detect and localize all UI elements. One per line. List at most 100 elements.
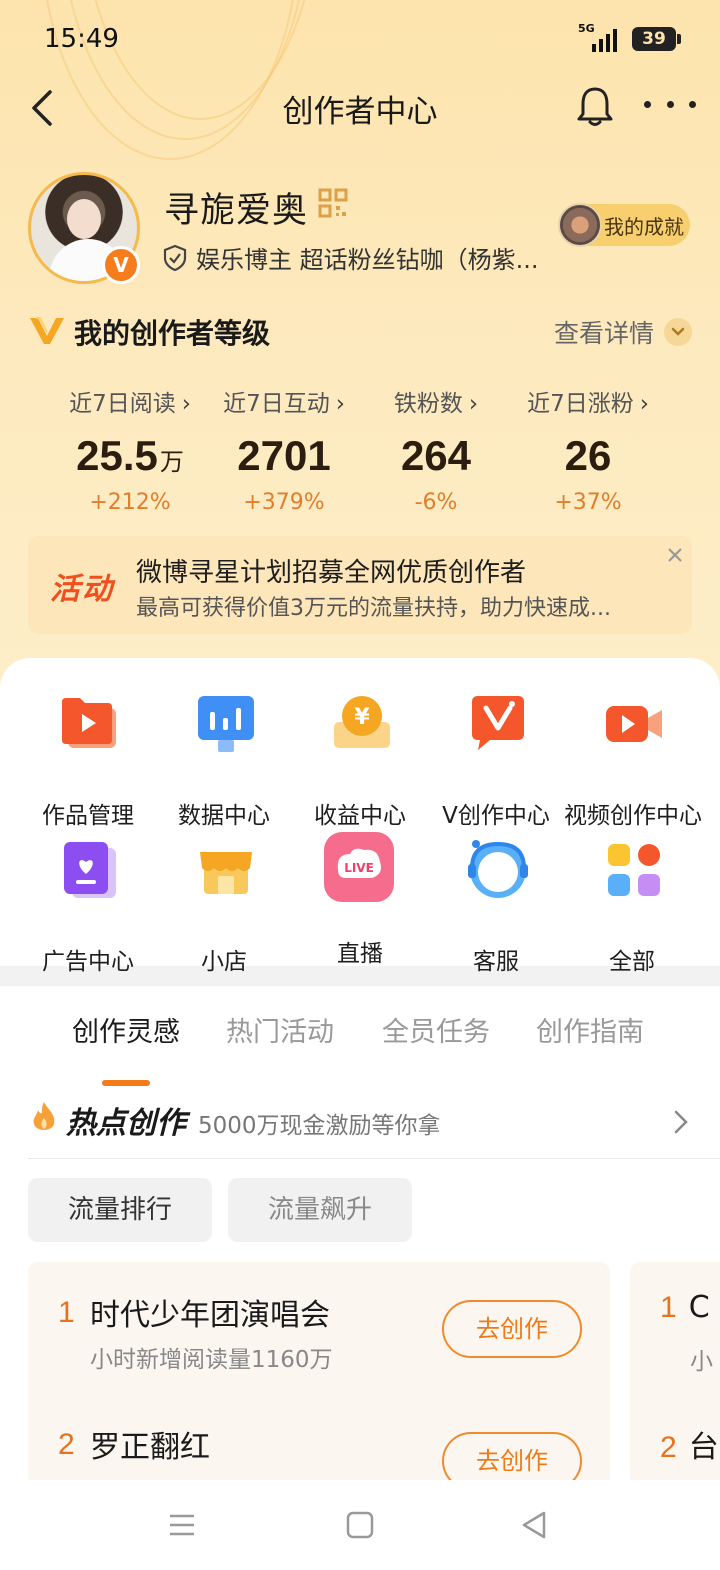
stat-value: 2701	[237, 432, 331, 479]
tool-works-management[interactable]: 作品管理	[20, 692, 156, 829]
tool-shop[interactable]: 小店	[156, 838, 292, 975]
stat-change: -6%	[414, 490, 458, 515]
tool-label: 数据中心	[178, 803, 270, 829]
status-icons: 5G 39	[578, 22, 681, 52]
customer-service-icon	[468, 840, 528, 898]
view-details-link[interactable]: 查看详情	[554, 314, 654, 350]
flame-icon	[33, 1102, 55, 1130]
filter-traffic-ranking[interactable]: 流量排行	[28, 1178, 212, 1242]
tool-label: 作品管理	[42, 803, 134, 829]
verification-row[interactable]: 娱乐博主 超话粉丝钻咖（杨紫...	[162, 240, 561, 275]
creator-level-title: 我的创作者等级	[74, 317, 271, 350]
home-icon[interactable]	[340, 1508, 380, 1542]
stat-iron-fans[interactable]: 铁粉数 › 264 -6%	[356, 384, 516, 515]
dot-icon	[644, 100, 651, 108]
all-apps-icon	[608, 844, 660, 896]
rank-subtitle: 小	[690, 1349, 713, 1375]
signal-icon: 5G	[578, 22, 622, 52]
rank-title: 时代少年团演唱会	[90, 1298, 330, 1333]
qr-code-icon[interactable]	[318, 188, 348, 218]
tool-revenue-center[interactable]: ¥ 收益中心	[292, 692, 428, 829]
status-time: 15:49	[44, 24, 119, 54]
tool-data-center[interactable]: 数据中心	[156, 692, 292, 829]
tab-creation-guide[interactable]: 创作指南	[536, 1010, 644, 1049]
tool-label: 全部	[609, 949, 655, 975]
more-button[interactable]	[644, 98, 696, 110]
stat-7day-reads[interactable]: 近7日阅读 › 25.5万 +212%	[50, 384, 210, 515]
back-triangle-icon[interactable]	[516, 1508, 556, 1542]
tool-video-creation-center[interactable]: 视频创作中心	[564, 692, 702, 829]
go-create-button[interactable]: 去创作	[442, 1300, 582, 1358]
tool-label: 广告中心	[42, 949, 134, 975]
tab-creation-inspiration[interactable]: 创作灵感	[72, 1010, 180, 1049]
rank-number: 2	[660, 1431, 677, 1464]
rank-title: 罗正翻红	[90, 1430, 210, 1465]
tool-label: V创作中心	[442, 803, 550, 829]
stat-value: 26	[564, 432, 612, 479]
chevron-right-icon: ›	[335, 391, 345, 417]
ranking-item[interactable]: 1 时代少年团演唱会 小时新增阅读量1160万 去创作	[28, 1282, 610, 1392]
tool-v-creation-center[interactable]: V创作中心	[428, 692, 564, 829]
verification-text: 娱乐博主 超话粉丝钻咖（杨紫...	[196, 246, 539, 274]
bell-icon	[577, 87, 613, 126]
data-chart-icon	[198, 696, 254, 752]
ad-heart-icon	[64, 842, 116, 898]
hot-creation-subtitle: 5000万现金激励等你拿	[198, 1113, 441, 1139]
filter-traffic-rising[interactable]: 流量飙升	[228, 1178, 412, 1242]
rank-title: 台	[688, 1430, 719, 1465]
divider	[28, 1158, 720, 1159]
folder-play-icon	[62, 698, 116, 748]
ranking-filters: 流量排行 流量飙升	[28, 1178, 412, 1244]
tab-hot-activities[interactable]: 热门活动	[226, 1010, 334, 1049]
chevron-right-icon: ›	[181, 391, 191, 417]
user-name: 寻旎爱奥	[164, 191, 309, 231]
stat-value: 25.5	[76, 432, 158, 479]
tool-customer-service[interactable]: 客服	[428, 838, 564, 975]
verified-v-badge: V	[102, 246, 140, 284]
rank-title: C	[688, 1290, 710, 1325]
close-icon[interactable]	[662, 542, 688, 568]
v-creation-icon	[472, 696, 524, 750]
creator-level-row: 我的创作者等级 查看详情	[0, 306, 720, 356]
ranking-item: 1C	[660, 1290, 710, 1325]
stat-value: 264	[400, 432, 472, 479]
chevron-right-icon: ›	[639, 391, 649, 417]
activity-subtitle: 最高可获得价值3万元的流量扶持，助力快速成...	[136, 596, 611, 621]
video-camera-icon	[606, 706, 662, 742]
tool-live[interactable]: LIVE 直播	[292, 830, 428, 967]
notification-button[interactable]	[574, 84, 616, 128]
activity-banner[interactable]: 活动 微博寻星计划招募全网优质创作者 最高可获得价值3万元的流量扶持，助力快速成…	[28, 536, 692, 634]
stat-change: +37%	[554, 490, 622, 515]
shop-icon	[200, 852, 252, 894]
stat-7day-new-fans[interactable]: 近7日涨粉 › 26 +37%	[508, 384, 668, 515]
ranking-item: 2台	[660, 1422, 719, 1466]
stat-7day-interactions[interactable]: 近7日互动 › 2701 +379%	[204, 384, 364, 515]
stats-row: 近7日阅读 › 25.5万 +212% 近7日互动 › 2701 +379% 铁粉数…	[0, 384, 720, 515]
hot-creation-header[interactable]: 热点创作 5000万现金激励等你拿	[0, 1092, 720, 1148]
stat-unit: 万	[159, 449, 184, 476]
chevron-down-icon[interactable]	[664, 318, 692, 346]
status-bar: 15:49 5G 39	[0, 0, 720, 80]
tool-all[interactable]: 全部	[564, 838, 700, 975]
tools-grid: 作品管理 数据中心 ¥ 收益中心 V创作中心 视频创作中心 广告中心 小店 LI…	[0, 658, 720, 975]
menu-icon[interactable]	[162, 1508, 202, 1542]
system-nav-bar	[0, 1480, 720, 1570]
stat-change: +212%	[89, 490, 171, 515]
tool-label: 客服	[473, 949, 519, 975]
activity-title: 微博寻星计划招募全网优质创作者	[136, 558, 527, 588]
section-tabs: 创作灵感 热门活动 全员任务 创作指南	[0, 1010, 720, 1086]
achievement-button[interactable]: 我的成就	[558, 203, 690, 247]
nav-bar: 创作者中心	[0, 80, 720, 136]
tab-member-tasks[interactable]: 全员任务	[382, 1010, 490, 1049]
chevron-right-icon	[674, 1110, 688, 1134]
profile-section: V 寻旎爱奥 娱乐博主 超话粉丝钻咖（杨紫... 我的成就	[0, 170, 720, 290]
stat-label: 近7日互动	[223, 391, 330, 417]
live-icon: LIVE	[324, 832, 394, 902]
achievement-label: 我的成就	[604, 214, 684, 239]
stat-label: 铁粉数	[393, 391, 463, 417]
stat-change: +379%	[243, 490, 325, 515]
tool-ad-center[interactable]: 广告中心	[20, 838, 156, 975]
tool-label: 收益中心	[314, 803, 406, 829]
rank-number: 1	[58, 1296, 75, 1329]
battery-icon: 39	[632, 27, 681, 51]
